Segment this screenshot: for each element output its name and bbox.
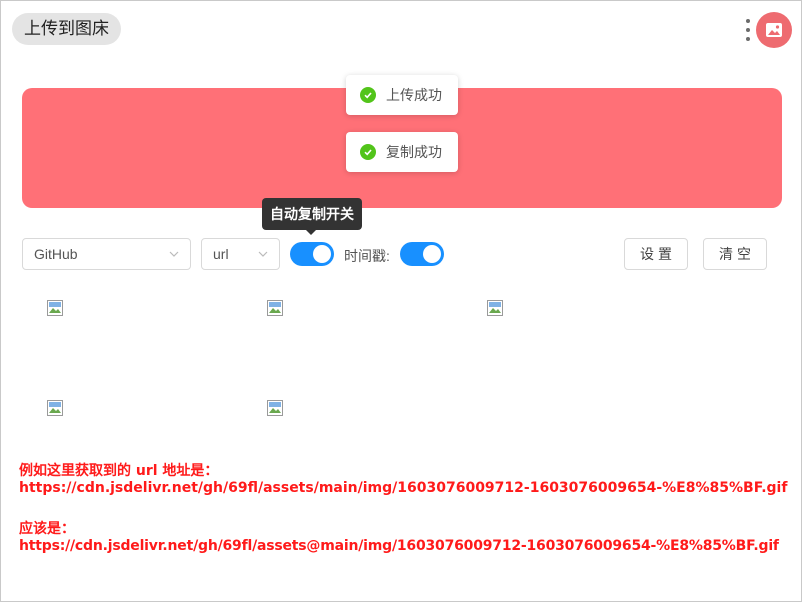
switch-knob (423, 245, 441, 263)
switch-knob (313, 245, 331, 263)
page-title: 上传到图床 (12, 13, 121, 45)
broken-image-icon[interactable] (47, 300, 63, 316)
chevron-down-icon (258, 251, 268, 257)
toast-copy-success: 复制成功 (346, 132, 458, 172)
broken-image-icon[interactable] (487, 300, 503, 316)
chevron-down-icon (169, 251, 179, 257)
host-select-value: GitHub (34, 246, 78, 262)
check-circle-icon (360, 87, 376, 103)
toast-upload-success: 上传成功 (346, 75, 458, 115)
broken-image-icon[interactable] (267, 400, 283, 416)
check-circle-icon (360, 144, 376, 160)
annotation-line: 例如这里获取到的 url 地址是： (19, 463, 219, 479)
app-window: 上传到图床 上传成功 复制成功 自动复制开关 GitHub url 时间戳: 设… (0, 0, 802, 602)
broken-image-icon[interactable] (267, 300, 283, 316)
toast-text: 复制成功 (386, 144, 442, 160)
timestamp-label: 时间戳: (344, 248, 390, 264)
annotation-url-correct: https://cdn.jsdelivr.net/gh/69fl/assets@… (19, 538, 779, 554)
auto-copy-switch[interactable] (290, 242, 334, 266)
image-icon[interactable] (756, 12, 792, 48)
more-menu-icon[interactable] (745, 19, 751, 41)
timestamp-switch[interactable] (400, 242, 444, 266)
format-select[interactable]: url (201, 238, 280, 270)
broken-image-icon[interactable] (47, 400, 63, 416)
auto-copy-tooltip: 自动复制开关 (262, 198, 362, 235)
toast-text: 上传成功 (386, 87, 442, 103)
format-select-value: url (213, 246, 229, 262)
annotation-url-wrong: https://cdn.jsdelivr.net/gh/69fl/assets/… (19, 480, 788, 496)
host-select[interactable]: GitHub (22, 238, 191, 270)
annotation-line: 应该是： (19, 521, 75, 537)
clear-button[interactable]: 清空 (703, 238, 767, 270)
settings-button[interactable]: 设置 (624, 238, 688, 270)
